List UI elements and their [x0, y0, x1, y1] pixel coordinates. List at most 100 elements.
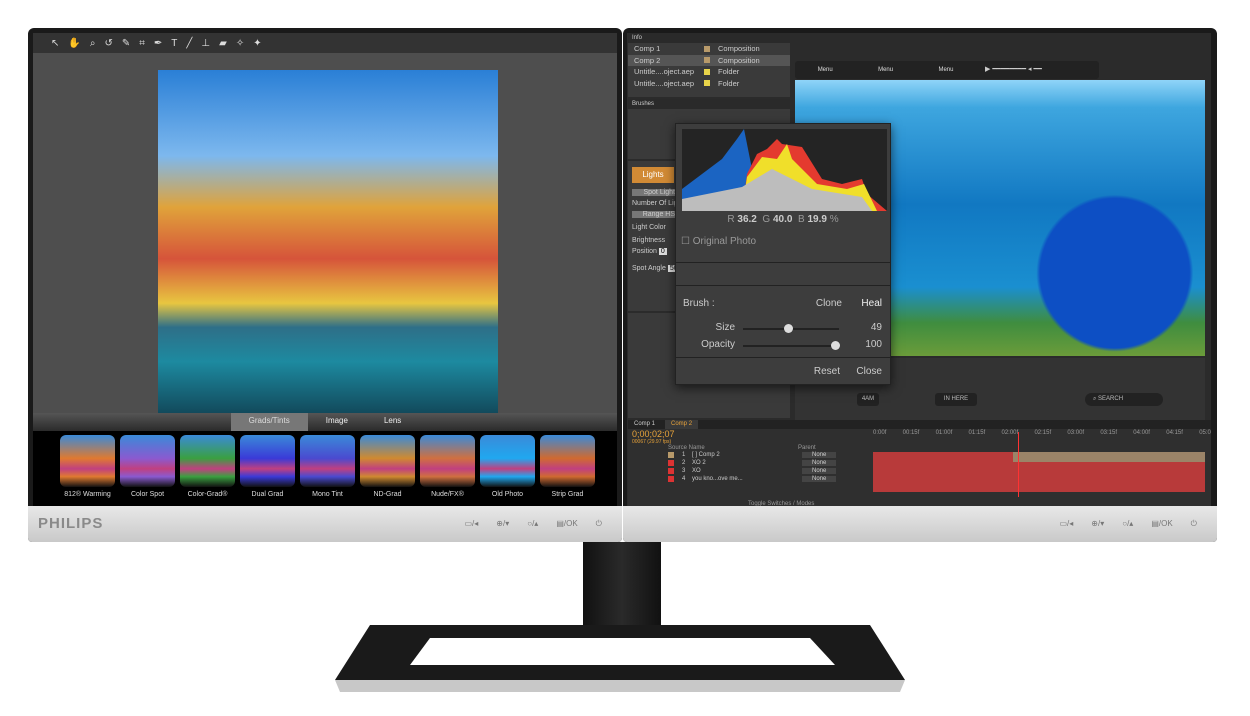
brush-icon[interactable]: ✎ — [122, 38, 130, 49]
close-button[interactable]: Close — [856, 366, 882, 377]
monitor-button[interactable]: ○/▴ — [1122, 519, 1133, 529]
ruler-tick: 0:00f — [873, 430, 887, 436]
time-field[interactable]: 4AM — [857, 393, 879, 406]
preset-item[interactable]: 812® Warming — [60, 435, 115, 509]
tab-info[interactable]: Info — [628, 33, 790, 43]
monitor-button[interactable]: ○/▴ — [527, 519, 538, 529]
pen-icon[interactable]: ✒ — [154, 38, 162, 49]
size-slider[interactable] — [743, 324, 839, 333]
layer-number: 2 — [682, 460, 686, 466]
preset-item[interactable]: Old Photo — [480, 435, 535, 509]
position-input[interactable]: 0 — [658, 248, 667, 255]
preset-label: Mono Tint — [312, 491, 343, 498]
lasso-icon[interactable]: ↺ — [104, 38, 112, 49]
tab-lens[interactable]: Lens — [366, 413, 419, 431]
ruler-tick: 02:00f — [1001, 430, 1019, 436]
ruler-tick: 00:15f — [902, 430, 920, 436]
monitor-stand-base — [335, 625, 905, 692]
menu-item[interactable]: Menu — [878, 67, 893, 73]
pin-icon[interactable]: ✦ — [253, 38, 261, 49]
project-item-type: Folder — [718, 67, 740, 77]
monitor-button[interactable]: ▤/OK — [556, 519, 577, 529]
preset-item[interactable]: ND-Grad — [360, 435, 415, 509]
preset-label: Color-Grad® — [187, 491, 228, 498]
layer-number: 1 — [682, 452, 686, 458]
ruler-tick: 05:0 — [1199, 430, 1211, 436]
preset-thumbnail — [300, 435, 355, 487]
project-item-name: Untitle....oject.aep — [634, 67, 695, 77]
preset-item[interactable]: Nude/FX® — [420, 435, 475, 509]
project-item[interactable]: Comp 1 Composition — [628, 43, 790, 55]
spot-light-button[interactable]: Spot Light — [632, 189, 677, 196]
preset-thumbnail — [240, 435, 295, 487]
preset-label: Color Spot — [130, 491, 165, 498]
layer-color — [668, 468, 674, 474]
menu-item[interactable]: Menu — [938, 67, 953, 73]
zoom-icon[interactable]: ⌕ — [90, 38, 96, 49]
arrow-icon[interactable]: ↖ — [51, 38, 59, 49]
right-screen: Info Comp 1 Composition Comp 2 Composition U… — [627, 33, 1211, 508]
clone-button[interactable]: Clone — [816, 298, 842, 309]
monitor-buttons-right: ▭/◂ ⊕/▾ ○/▴ ▤/OK ⏻ — [1060, 519, 1198, 529]
wand-icon[interactable]: ✧ — [236, 38, 244, 49]
tab-comp-2[interactable]: Comp 2 — [665, 420, 699, 429]
preset-item[interactable]: Dual Grad — [240, 435, 295, 509]
opacity-slider[interactable] — [743, 341, 840, 350]
tab-gradstints[interactable]: Grads/Tints — [230, 413, 308, 431]
parent-dropdown[interactable]: None — [802, 452, 837, 458]
heal-button[interactable]: Heal — [861, 298, 882, 309]
monitor-button[interactable]: ⊕/▾ — [496, 519, 509, 529]
project-item[interactable]: Comp 2 Composition — [628, 54, 790, 66]
preset-item[interactable]: Strip Grad — [540, 435, 595, 509]
reset-button[interactable]: Reset — [814, 366, 840, 377]
preset-item[interactable]: Mono Tint — [300, 435, 355, 509]
text-icon[interactable]: T — [171, 38, 177, 49]
main-photo — [158, 70, 498, 413]
tab-brushes[interactable]: Brushes — [628, 99, 790, 109]
monitor-button[interactable]: ▭/◂ — [1060, 519, 1074, 529]
in-here-dropdown[interactable]: IN HERE — [935, 393, 977, 406]
line-icon[interactable]: ╱ — [186, 38, 192, 49]
eraser-icon[interactable]: ▰ — [219, 38, 227, 49]
project-item-type: Composition — [718, 44, 760, 54]
playhead[interactable] — [1018, 432, 1019, 497]
preset-item[interactable]: Color-Grad® — [180, 435, 235, 509]
range-button[interactable]: Range HS — [632, 211, 677, 218]
bezel: PHILIPS ▭/◂ ⊕/▾ ○/▴ ▤/OK ⏻ — [28, 506, 622, 542]
play-icon[interactable]: ▶ — [985, 66, 990, 73]
opacity-slider-thumb[interactable] — [831, 341, 840, 350]
preset-label: Strip Grad — [551, 491, 584, 498]
project-item[interactable]: Untitle....oject.aep Folder — [628, 66, 790, 78]
tab-image[interactable]: Image — [308, 413, 366, 431]
monitor-button[interactable]: ▭/◂ — [465, 519, 479, 529]
label-color-swatch — [704, 68, 710, 75]
parent-dropdown[interactable]: None — [802, 468, 837, 474]
monitor-button[interactable]: ⊕/▾ — [1091, 519, 1104, 529]
preset-item[interactable]: Color Spot — [120, 435, 175, 509]
left-screen: ↖ ✋ ⌕ ↺ ✎ ⌗ ✒ T ╱ ⊥ ▰ ✧ ✦ Grads/Tints Image Lens 812® … — [33, 33, 617, 509]
monitor-button[interactable]: ⏻ — [596, 519, 602, 529]
ruler-tick: 03:15f — [1100, 430, 1118, 436]
lights-button[interactable]: Lights — [632, 167, 674, 183]
menu-item[interactable]: Menu — [818, 67, 833, 73]
monitor-button[interactable]: ▤/OK — [1151, 519, 1172, 529]
layer-name: XO — [692, 468, 701, 474]
project-item[interactable]: Untitle....oject.aep Folder — [628, 78, 790, 90]
preset-thumbnail — [360, 435, 415, 487]
size-slider-thumb[interactable] — [784, 324, 794, 333]
hand-icon[interactable]: ✋ — [68, 38, 80, 49]
project-item-name: Untitle....oject.aep — [634, 78, 695, 88]
position-label: Position — [632, 248, 657, 255]
tab-comp-1[interactable]: Comp 1 — [628, 420, 661, 429]
stamp-icon[interactable]: ⊥ — [201, 38, 210, 49]
original-photo-checkbox[interactable]: ☐ Original Photo — [681, 236, 756, 247]
preset-thumbnail — [120, 435, 175, 487]
parent-dropdown[interactable]: None — [802, 460, 837, 466]
ruler-tick: 03:00f — [1067, 430, 1085, 436]
crop-icon[interactable]: ⌗ — [139, 38, 145, 49]
layer-number: 3 — [682, 468, 686, 474]
search-input[interactable]: ⌕ SEARCH — [1085, 393, 1163, 406]
monitor-button[interactable]: ⏻ — [1191, 519, 1197, 529]
parent-dropdown[interactable]: None — [802, 476, 837, 482]
preset-label: 812® Warming — [64, 491, 111, 498]
